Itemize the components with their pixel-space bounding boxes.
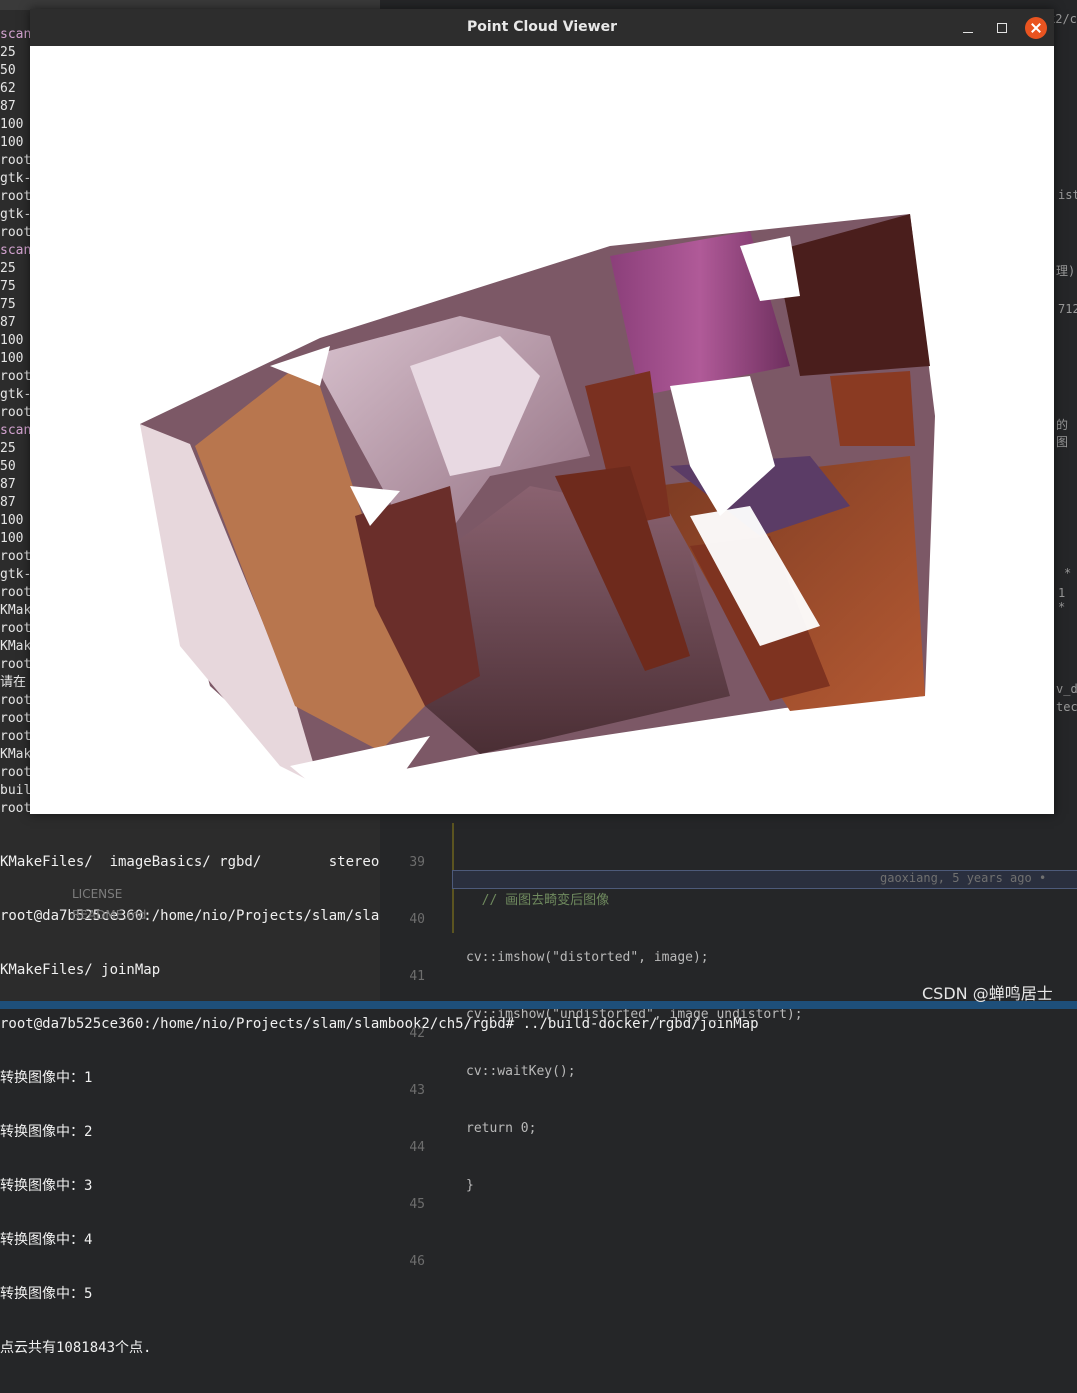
file-item-readme[interactable]: README.md xyxy=(72,908,146,922)
line-number: 40 xyxy=(409,912,425,927)
close-button[interactable] xyxy=(1025,17,1047,39)
code-line: } xyxy=(466,1178,474,1193)
line-number: 43 xyxy=(409,1083,425,1098)
line-number: 39 xyxy=(409,855,425,870)
window-titlebar[interactable]: Point Cloud Viewer xyxy=(30,9,1054,46)
editor-edge-text: 的图 xyxy=(1056,418,1069,449)
file-item-license[interactable]: LICENSE xyxy=(72,887,122,901)
code-line: return 0; xyxy=(466,1121,537,1136)
code-comment: // 画图去畸变后图像 xyxy=(466,893,610,908)
terminal-line: 点云共有1081843个点. xyxy=(0,1340,152,1356)
editor-edge-text: 理) xyxy=(1056,264,1076,278)
status-bar xyxy=(0,1001,1077,1009)
minimize-button[interactable] xyxy=(957,17,979,39)
window-title: Point Cloud Viewer xyxy=(467,19,617,35)
line-number: 42 xyxy=(409,1026,425,1041)
editor-edge-text: 1 * xyxy=(1058,586,1066,614)
editor-edge-text: tec xyxy=(1056,700,1077,714)
code-line: cv::waitKey(); xyxy=(466,1064,576,1079)
line-number: 41 xyxy=(409,969,425,984)
line-number: 46 xyxy=(409,1254,425,1269)
line-number: 44 xyxy=(409,1140,425,1155)
terminal-line: 转换图像中：5 xyxy=(0,1286,93,1302)
editor-edge-text: * xyxy=(1064,566,1072,580)
maximize-button[interactable] xyxy=(991,17,1013,39)
point-cloud-render xyxy=(140,214,935,806)
git-blame-annotation: gaoxiang, 5 years ago • xyxy=(880,871,1047,885)
code-line: cv::imshow("distorted", image); xyxy=(466,950,709,965)
point-cloud-viewer-window[interactable]: Point Cloud Viewer xyxy=(30,9,1054,814)
editor-edge-text: ist xyxy=(1058,188,1077,202)
editor-edge-text: 712 xyxy=(1058,302,1077,316)
watermark: CSDN @蝉鸣居士 xyxy=(922,984,1053,1003)
code-lines[interactable]: // 画图去畸变后图像 cv::imshow("distorted", imag… xyxy=(466,815,803,1214)
point-cloud-canvas[interactable] xyxy=(30,46,1054,814)
terminal-line: 转换图像中：4 xyxy=(0,1232,93,1248)
line-number: 45 xyxy=(409,1197,425,1212)
line-number-gutter: 39 40 41 42 43 44 45 46 xyxy=(395,815,425,1290)
editor-edge-text: v_d xyxy=(1056,682,1077,696)
